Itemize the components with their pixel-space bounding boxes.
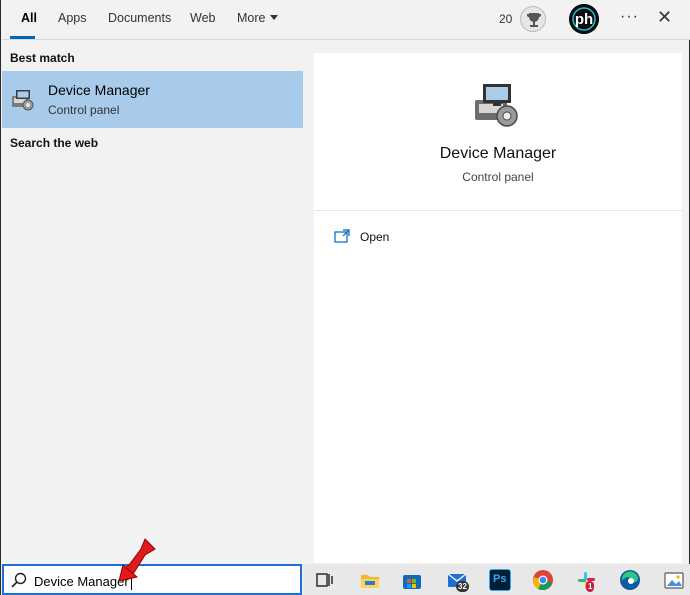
- annotation-arrow-icon: [118, 538, 156, 581]
- device-manager-icon: [475, 84, 518, 127]
- avatar-initials: ph: [575, 11, 593, 28]
- search-filter-bar: All Apps Documents Web More 20 ph ··· ✕: [2, 0, 690, 40]
- divider: [314, 210, 682, 211]
- edge-icon[interactable]: [619, 569, 641, 591]
- active-tab-indicator: [10, 36, 35, 39]
- search-window: All Apps Documents Web More 20 ph ··· ✕ …: [0, 0, 690, 595]
- search-web-heading: Search the web: [10, 136, 99, 150]
- open-window-icon: [334, 229, 350, 243]
- trophy-icon[interactable]: [520, 6, 546, 32]
- search-icon: [11, 572, 27, 588]
- tab-documents[interactable]: Documents: [108, 11, 171, 25]
- best-match-result[interactable]: Device Manager Control panel: [2, 71, 303, 128]
- chevron-down-icon: [270, 15, 279, 21]
- device-manager-icon: [12, 90, 34, 111]
- open-action[interactable]: Open: [314, 221, 682, 253]
- preview-subtitle: Control panel: [462, 170, 534, 184]
- best-match-subtitle: Control panel: [48, 103, 120, 117]
- results-panel: Best match Device Manager Control panel …: [2, 41, 303, 563]
- chrome-icon[interactable]: [532, 569, 554, 591]
- preview-title: Device Manager: [439, 145, 557, 162]
- tab-all[interactable]: All: [21, 11, 37, 25]
- rewards-points: 20: [499, 12, 513, 26]
- photos-icon[interactable]: [663, 569, 685, 591]
- slack-badge: 1: [586, 581, 595, 592]
- photoshop-icon[interactable]: Ps: [489, 569, 511, 591]
- tab-apps[interactable]: Apps: [58, 11, 87, 25]
- search-input[interactable]: [34, 572, 294, 590]
- close-icon[interactable]: ✕: [657, 7, 672, 28]
- mail-badge: 32: [456, 581, 469, 592]
- best-match-heading: Best match: [10, 51, 75, 65]
- mail-icon[interactable]: 32: [446, 569, 469, 592]
- file-explorer-icon[interactable]: [359, 569, 381, 591]
- taskbar: 32 Ps 1: [303, 564, 690, 595]
- preview-panel: Device Manager Control panel Open: [314, 53, 682, 563]
- tab-more-label: More: [237, 11, 266, 25]
- slack-icon[interactable]: 1: [575, 569, 597, 592]
- open-label: Open: [360, 230, 390, 244]
- tab-more[interactable]: More: [237, 11, 279, 25]
- photoshop-label: Ps: [493, 573, 507, 585]
- avatar[interactable]: ph: [569, 4, 599, 34]
- tab-web[interactable]: Web: [190, 11, 215, 25]
- microsoft-store-icon[interactable]: [401, 569, 423, 591]
- best-match-title: Device Manager: [48, 82, 150, 98]
- more-options-icon[interactable]: ···: [620, 8, 639, 26]
- task-view-icon[interactable]: [313, 569, 335, 591]
